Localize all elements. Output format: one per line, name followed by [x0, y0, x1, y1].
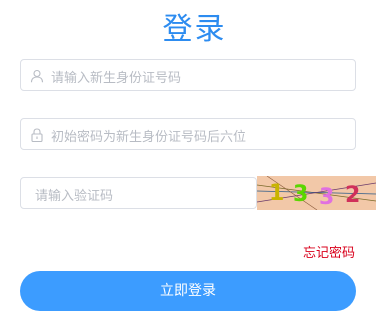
user-icon	[30, 68, 44, 83]
captcha-char: 3	[293, 182, 308, 207]
captcha-char: 2	[345, 183, 360, 208]
password-placeholder: 初始密码为新生身份证号码后六位	[51, 130, 247, 145]
lock-icon	[30, 127, 44, 143]
password-input[interactable]: 初始密码为新生身份证号码后六位	[20, 118, 356, 150]
page-title: 登录	[162, 12, 227, 47]
captcha-image[interactable]: 1 3 3 2	[257, 176, 376, 210]
forgot-password-link[interactable]: 忘记密码	[303, 242, 355, 261]
captcha-char: 1	[269, 181, 284, 206]
captcha-char: 3	[319, 185, 334, 210]
username-input[interactable]: 请输入新生身份证号码	[20, 59, 356, 91]
captcha-placeholder: 请输入验证码	[35, 189, 114, 204]
username-placeholder: 请输入新生身份证号码	[51, 71, 182, 86]
captcha-graphic: 1 3 3 2	[257, 176, 376, 210]
captcha-input[interactable]: 请输入验证码	[20, 177, 257, 209]
login-button[interactable]: 立即登录	[20, 271, 356, 311]
